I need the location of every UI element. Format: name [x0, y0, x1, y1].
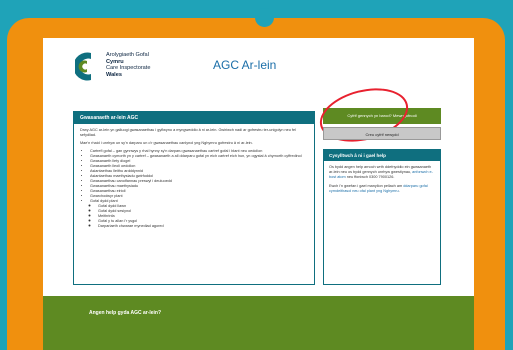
- list-item-label: Gofal dydd plant: [90, 199, 118, 203]
- service-info-title: Gwasanaeth ar-lein AGC: [74, 112, 314, 124]
- create-account-button[interactable]: Creu cyfrif newydd: [323, 127, 441, 140]
- service-intro-paragraph: Drwy AGC ar-lein yn galluogi gwasanaetha…: [80, 128, 296, 137]
- services-list: Cartrefi gofal – gan gynnwys y rhai hynn…: [80, 149, 308, 229]
- service-requirement-paragraph: Mae'n rhaid i unrhyw un sy'n darparu un …: [80, 141, 253, 145]
- service-info-panel: Gwasanaeth ar-lein AGC Drwy AGC ar-lein …: [73, 111, 315, 285]
- site-footer: [43, 296, 474, 350]
- tablet-camera: [255, 8, 274, 27]
- cigw-logo-icon: [75, 52, 91, 81]
- service-info-body: Drwy AGC ar-lein yn galluogi gwasanaetha…: [74, 124, 314, 233]
- help-phone-text: neu ffoniwch 0300 7900126.: [346, 175, 395, 179]
- childcare-sublist: Gofal dydd llawn Gofal dydd sesiynol Mei…: [90, 204, 308, 229]
- help-paragraph-contact: Os bydd angen help arnoch wrth ddefnyddi…: [329, 165, 435, 180]
- help-website-end: .: [398, 189, 400, 193]
- help-title: Cysylltwch â ni i gael help: [324, 150, 440, 161]
- help-body: Os bydd angen help arnoch wrth ddefnyddi…: [324, 161, 440, 202]
- footer-help-heading: Angen help gyda AGC ar-lein?: [89, 310, 162, 316]
- brand-wordmark: Arolygiaeth Gofal Cymru Care Inspectorat…: [106, 52, 150, 78]
- brand-welsh-line1: Arolygiaeth Gofal: [106, 52, 149, 58]
- list-item: Gofal dydd plant Gofal dydd llawn Gofal …: [90, 199, 308, 229]
- brand-welsh-line2: Cymru: [106, 58, 124, 65]
- brand-english-line1: Care Inspectorate: [106, 65, 151, 72]
- site-header: Arolygiaeth Gofal Cymru Care Inspectorat…: [43, 38, 474, 100]
- help-website-text: Ewch i'n gwefan i gael manylion pellach …: [329, 184, 403, 188]
- brand-english-line2: Wales: [106, 71, 122, 78]
- browser-screen: Arolygiaeth Gofal Cymru Care Inspectorat…: [43, 38, 474, 350]
- app-title: AGC Ar-lein: [213, 58, 277, 72]
- list-item: Darpariaeth chwarae mynediad agored: [98, 224, 308, 229]
- help-paragraph-website: Ewch i'n gwefan i gael manylion pellach …: [329, 184, 435, 194]
- help-panel: Cysylltwch â ni i gael help Os bydd ange…: [323, 149, 441, 285]
